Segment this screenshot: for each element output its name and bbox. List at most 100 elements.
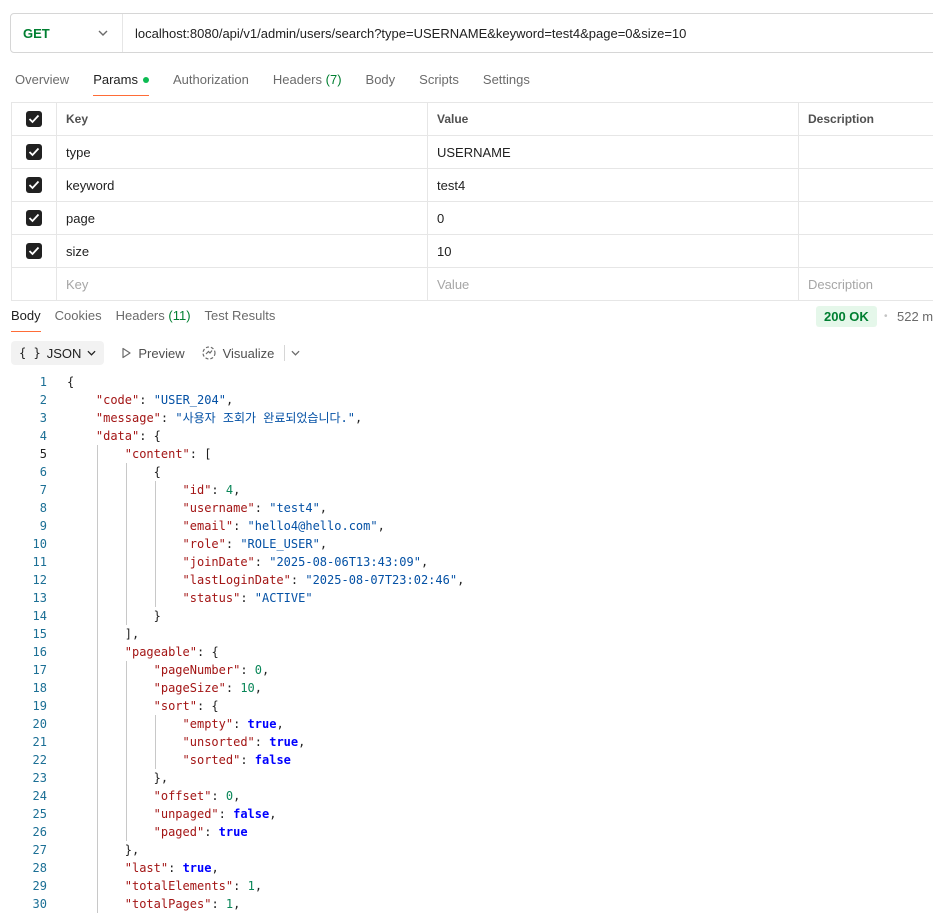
response-time[interactable]: 522 m (897, 306, 933, 327)
line-number: 4 (39, 429, 47, 443)
indent-guide (154, 715, 156, 733)
param-description[interactable] (798, 202, 933, 234)
code-token: : (233, 717, 248, 731)
code-token: : { (196, 699, 219, 713)
code-line: 26 "paged": true (0, 823, 933, 841)
code-token: true (182, 861, 212, 875)
select-all-cell (11, 103, 56, 135)
code-token: , (262, 663, 270, 677)
indent-guide (96, 895, 98, 913)
code-token: "last" (124, 861, 169, 875)
tab-settings[interactable]: Settings (483, 70, 530, 96)
code-text: }, (154, 769, 168, 787)
param-value[interactable]: USERNAME (427, 136, 798, 168)
param-value[interactable]: test4 (427, 169, 798, 201)
param-enabled-checkbox[interactable] (26, 144, 42, 160)
tab-body[interactable]: Body (366, 70, 396, 96)
method-selector[interactable]: GET (11, 14, 123, 52)
code-token: : (160, 411, 176, 425)
code-line: 6{ (0, 463, 933, 481)
column-header-value: Value (427, 103, 798, 135)
code-token: "ROLE_USER" (240, 537, 320, 551)
visualize-button[interactable]: Visualize (201, 345, 274, 361)
code-token: "sort" (153, 699, 197, 713)
code-token: "pageSize" (153, 681, 226, 695)
param-key[interactable]: keyword (56, 169, 427, 201)
code-token: : (211, 789, 226, 803)
indent-guide (96, 571, 98, 589)
param-key[interactable]: page (56, 202, 427, 234)
indent-guide (96, 841, 98, 859)
tab-headers[interactable]: Headers (7) (273, 70, 342, 96)
param-description[interactable] (798, 169, 933, 201)
code-token: "code" (95, 393, 140, 407)
tab-label: Settings (482, 72, 530, 87)
param-enabled-checkbox[interactable] (26, 210, 42, 226)
param-description[interactable] (798, 136, 933, 168)
indent-guide (154, 589, 156, 607)
indent-guide (96, 877, 98, 895)
code-line: 23}, (0, 769, 933, 787)
code-line: 30 "totalPages": 1, (0, 895, 933, 913)
tab-label: Test Results (204, 308, 276, 323)
response-body-viewer[interactable]: 1{2 "code": "USER_204", 3 "message": "사용자 조… (0, 373, 933, 913)
code-token: : (240, 753, 255, 767)
tab-overview[interactable]: Overview (15, 70, 69, 96)
play-icon (122, 347, 131, 359)
param-key[interactable]: type (56, 136, 427, 168)
code-token: }, (124, 843, 140, 857)
tab-test-results[interactable]: Test Results (205, 306, 276, 330)
code-token: "lastLoginDate" (182, 573, 291, 587)
code-line: 10 "role": "ROLE_USER", (0, 535, 933, 553)
tab-response-headers[interactable]: Headers (11) (116, 306, 191, 330)
code-line: 28 "last": true, (0, 859, 933, 877)
indent-guide (96, 859, 98, 877)
new-param-value-input[interactable]: Value (427, 268, 798, 300)
indent-guide (154, 733, 156, 751)
param-row: size 10 (11, 235, 933, 268)
code-line: 13 "status": "ACTIVE" (0, 589, 933, 607)
indent-guide (154, 535, 156, 553)
param-key[interactable]: size (56, 235, 427, 267)
indent-guide (125, 751, 127, 769)
visualize-icon (202, 346, 216, 360)
select-all-checkbox[interactable] (26, 111, 42, 127)
param-value[interactable]: 0 (427, 202, 798, 234)
line-number: 9 (39, 519, 47, 533)
tab-authorization[interactable]: Authorization (173, 70, 249, 96)
code-token: true (269, 735, 299, 749)
request-tabs: Overview Params Authorization Headers (7… (15, 70, 554, 96)
tab-params[interactable]: Params (93, 70, 149, 96)
new-param-description-input[interactable]: Description (798, 268, 933, 300)
tab-label: Body (365, 72, 396, 87)
chevron-down-icon[interactable] (291, 350, 300, 356)
indent-guide (96, 589, 98, 607)
column-header-key: Key (56, 103, 427, 135)
tab-scripts[interactable]: Scripts (419, 70, 459, 96)
indent-guide (125, 733, 127, 751)
status-badge[interactable]: 200 OK (816, 306, 877, 327)
param-description[interactable] (798, 235, 933, 267)
tab-count: (7) (325, 72, 342, 87)
code-token: : (168, 861, 183, 875)
code-text: "empty": true, (183, 715, 284, 733)
code-text: "sorted": false (183, 751, 291, 769)
new-param-key-input[interactable]: Key (56, 268, 427, 300)
code-text: "sort": { (154, 697, 219, 715)
line-number: 27 (32, 843, 47, 857)
url-input[interactable]: localhost:8080/api/v1/admin/users/search… (123, 26, 686, 41)
code-token: , (276, 717, 284, 731)
format-dropdown[interactable]: { } JSON (11, 341, 105, 365)
code-token: "hello4@hello.com" (247, 519, 378, 533)
preview-button[interactable]: Preview (120, 346, 185, 361)
code-token: , (233, 789, 241, 803)
code-token: : { (139, 429, 161, 443)
param-value[interactable]: 10 (427, 235, 798, 267)
param-new-row: Key Value Description (11, 268, 933, 301)
code-token: false (233, 807, 270, 821)
tab-cookies[interactable]: Cookies (55, 306, 102, 330)
param-row: page 0 (11, 202, 933, 235)
param-enabled-checkbox[interactable] (26, 177, 42, 193)
tab-response-body[interactable]: Body (11, 306, 41, 332)
param-enabled-checkbox[interactable] (26, 243, 42, 259)
